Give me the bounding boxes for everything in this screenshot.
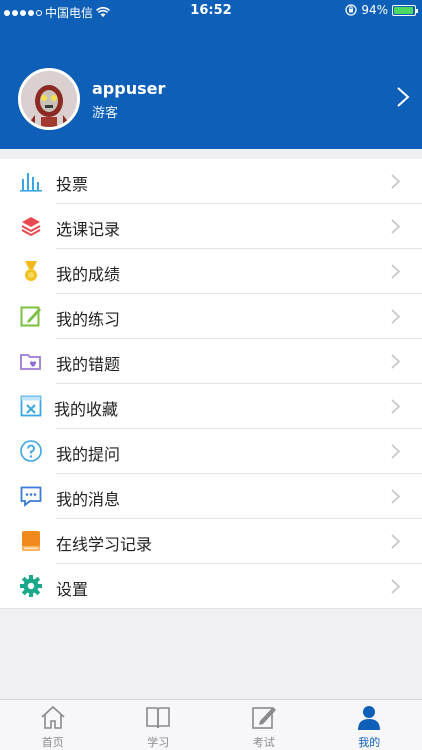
menu-item-label: 选课记录: [56, 220, 121, 239]
tab-mine[interactable]: 我的: [317, 700, 422, 750]
menu-item-course-record[interactable]: 选课记录: [0, 204, 422, 249]
tab-bar: 首页 学习 考试 我的: [0, 699, 422, 750]
tab-exam[interactable]: 考试: [211, 700, 317, 750]
bar-chart-icon: [20, 173, 42, 192]
chevron-right-icon: [391, 309, 400, 324]
menu-item-label: 我的收藏: [54, 400, 119, 419]
favorite-box-icon: [20, 395, 42, 417]
edit-note-icon: [20, 306, 41, 327]
menu-item-label: 我的错题: [56, 355, 121, 374]
menu-item-favorites[interactable]: 我的收藏: [0, 384, 422, 429]
menu-item-scores[interactable]: 我的成绩: [0, 249, 422, 294]
home-icon: [41, 705, 65, 729]
username: appuser: [92, 79, 166, 98]
tab-label: 我的: [358, 736, 381, 749]
menu-item-practice[interactable]: 我的练习: [0, 294, 422, 339]
menu-item-mistakes[interactable]: 我的错题: [0, 339, 422, 384]
tab-home[interactable]: 首页: [0, 700, 106, 750]
avatar-image: [21, 71, 77, 127]
menu-item-messages[interactable]: 我的消息: [0, 474, 422, 519]
menu-item-label: 我的成绩: [56, 265, 121, 284]
open-book-icon: [146, 707, 171, 729]
menu-item-label: 在线学习记录: [56, 535, 153, 554]
chevron-right-icon: [391, 444, 400, 459]
menu-list: 投票 选课记录 我的成绩 我的练习 我的错题 我的收藏 我的提问 我的消息 在线: [0, 159, 422, 609]
menu-item-label: 投票: [56, 175, 89, 194]
chevron-right-icon: [391, 174, 400, 189]
battery-icon: [392, 4, 418, 16]
menu-item-label: 我的消息: [56, 490, 121, 509]
menu-item-settings[interactable]: 设置: [0, 564, 422, 609]
chevron-right-icon: [391, 489, 400, 504]
battery-percent: 94%: [361, 3, 388, 17]
orientation-lock-icon: [345, 4, 357, 16]
layers-icon: [21, 217, 41, 237]
chevron-right-icon: [391, 579, 400, 594]
chevron-right-icon: [391, 264, 400, 279]
chevron-right-icon: [391, 219, 400, 234]
chevron-right-icon: [391, 399, 400, 414]
folder-heart-icon: [20, 354, 41, 370]
medal-icon: [25, 261, 37, 281]
tab-study[interactable]: 学习: [106, 700, 212, 750]
gear-icon: [20, 575, 42, 597]
status-bar: 中国电信 16:52 94%: [0, 0, 422, 22]
user-role: 游客: [92, 106, 119, 121]
tab-label: 学习: [147, 736, 170, 749]
menu-item-label: 我的提问: [56, 445, 121, 464]
battery-info: 94%: [345, 3, 418, 17]
pencil-paper-icon: [251, 707, 276, 729]
profile-card[interactable]: appuser 游客: [0, 62, 422, 134]
book-icon: [22, 531, 40, 551]
tab-label: 考试: [252, 736, 275, 749]
tab-label: 首页: [41, 736, 64, 749]
menu-item-label: 设置: [56, 580, 89, 599]
menu-item-learning-record[interactable]: 在线学习记录: [0, 519, 422, 564]
chevron-right-icon: [391, 534, 400, 549]
menu-item-label: 我的练习: [56, 310, 121, 329]
question-circle-icon: [20, 440, 42, 462]
menu-item-questions[interactable]: 我的提问: [0, 429, 422, 474]
avatar[interactable]: [18, 68, 80, 130]
profile-header: 中国电信 16:52 94% appuser 游客: [0, 0, 422, 149]
person-icon: [358, 706, 381, 730]
chat-bubble-icon: [20, 486, 42, 507]
chevron-right-icon[interactable]: [396, 86, 410, 108]
menu-item-vote[interactable]: 投票: [0, 159, 422, 204]
chevron-right-icon: [391, 354, 400, 369]
